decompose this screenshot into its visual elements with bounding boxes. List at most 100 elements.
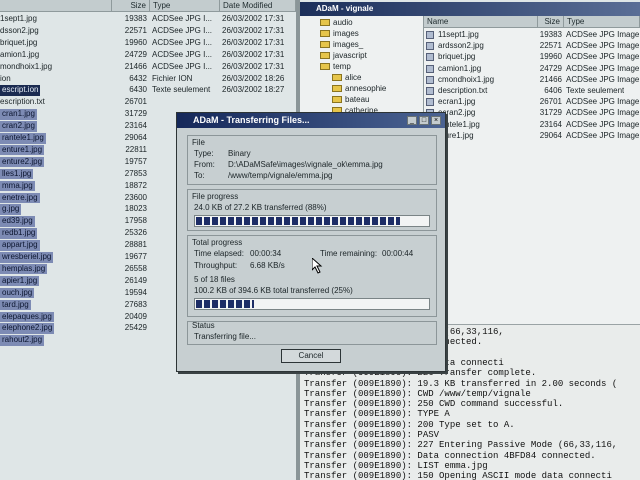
file-row[interactable]: camion1.jpg 24729 ACDSee JPG Image — [424, 64, 640, 75]
file-icon — [426, 64, 434, 73]
window-title: ADaM - vignale — [316, 4, 374, 13]
file-row[interactable]: ion 6432 Fichier ION 26/03/2002 18:26 — [0, 74, 296, 85]
cancel-button[interactable]: Cancel — [281, 349, 341, 363]
tree-folder-item[interactable]: javascript — [320, 51, 367, 62]
column-header-date[interactable]: Date Modified — [220, 0, 296, 12]
file-progress-group: File progress 24.0 KB of 27.2 KB transfe… — [187, 189, 437, 231]
file-row[interactable]: ecran1.jpg 26701 ACDSee JPG Image — [424, 97, 640, 108]
file-row[interactable]: escript.ion 6430 Texte seulement 26/03/2002… — [0, 85, 296, 96]
file-type: Fichier ION — [152, 73, 193, 83]
dialog-title: ADaM - Transferring Files... — [193, 115, 310, 125]
file-icon — [426, 53, 434, 62]
file-size: 21466 — [539, 74, 562, 84]
file-size: 23600 — [124, 192, 147, 202]
files-count: 5 of 18 files — [194, 275, 235, 284]
folder-tree: audio images images_ javascript temp alice ann… — [300, 16, 424, 116]
tree-folder-label: annesophie — [345, 84, 387, 93]
file-size: 25429 — [124, 323, 147, 333]
file-row[interactable]: mondhoix1.jpg 21466 ACDSee JPG I... 26/03/2… — [0, 62, 296, 73]
tree-folder-item[interactable]: temp — [320, 62, 351, 73]
column-header-size[interactable]: Size — [538, 16, 564, 28]
file-name: enture2.jpg — [0, 156, 45, 168]
total-progress-bar — [194, 298, 430, 310]
status-text: Transferring file... — [194, 332, 256, 341]
minimize-button[interactable]: _ — [407, 116, 417, 125]
file-row[interactable]: briquet.jpg 19960 ACDSee JPG Image — [424, 52, 640, 63]
file-row[interactable]: briquet.jpg 19960 ACDSee JPG I... 26/03/200… — [0, 38, 296, 49]
maximize-button[interactable]: □ — [419, 116, 429, 125]
folder-icon — [320, 30, 330, 38]
folder-icon — [320, 52, 330, 60]
to-label: To: — [194, 171, 205, 180]
right-window-titlebar[interactable]: ADaM - vignale — [300, 2, 640, 16]
file-size: 6432 — [129, 73, 147, 83]
file-name: mondhoix1.jpg — [0, 61, 53, 71]
file-size: 18872 — [124, 180, 147, 190]
tree-folder-item[interactable]: annesophie — [332, 84, 386, 95]
remaining-value: 00:00:44 — [382, 249, 414, 258]
tree-folder-item[interactable]: bateau — [332, 95, 369, 106]
tree-folder-item[interactable]: audio — [320, 18, 353, 29]
file-name: redb1.jpg — [0, 228, 38, 239]
transfer-dialog: ADaM - Transferring Files... _ □ × File … — [176, 112, 446, 372]
from-value: D:\ADaMSafe\images\vignale_ok\emma.jpg — [228, 160, 383, 169]
file-row[interactable]: 1sept1.jpg 19383 ACDSee JPG I... 26/03/2002… — [0, 14, 296, 25]
file-name: apier1.jpg — [0, 275, 40, 287]
tree-folder-item[interactable]: alice — [332, 73, 361, 84]
file-type: ACDSee JPG Image — [566, 74, 640, 84]
file-name: enetre.jpg — [0, 192, 40, 204]
file-row[interactable]: dsson2.jpg 22571 ACDSee JPG I... 26/03/2002… — [0, 26, 296, 37]
file-progress-fill — [196, 217, 401, 225]
file-name: hemplas.jpg — [0, 263, 48, 275]
column-header-type[interactable]: Type — [150, 0, 220, 12]
from-label: From: — [194, 160, 215, 169]
file-row[interactable]: ecran2.jpg 31729 ACDSee JPG Image — [424, 108, 640, 119]
status-group: Status Transferring file... — [187, 321, 437, 345]
total-progress-group: Total progress Time elapsed: 00:00:34 Ti… — [187, 235, 437, 317]
file-name: dsson2.jpg — [0, 25, 39, 35]
file-row[interactable]: cmondhoix1.jpg 21466 ACDSee JPG Image — [424, 75, 640, 86]
file-date: 26/03/2002 17:31 — [222, 61, 285, 71]
total-progress-fill — [196, 300, 254, 308]
file-row[interactable]: rantele1.jpg 23164 ACDSee JPG Image — [424, 120, 640, 131]
remaining-label: Time remaining: — [320, 249, 378, 258]
column-header-type[interactable]: Type — [564, 16, 640, 28]
tree-folder-label: javascript — [333, 51, 367, 60]
file-date: 26/03/2002 17:31 — [222, 49, 285, 59]
file-name: description.txt — [438, 86, 488, 95]
tree-folder-label: audio — [333, 18, 353, 27]
file-row[interactable]: amion1.jpg 24729 ACDSee JPG I... 26/03/2002… — [0, 50, 296, 61]
file-type: Texte seulement — [152, 85, 211, 95]
file-size: 19960 — [539, 52, 562, 62]
column-header-name[interactable] — [0, 0, 112, 12]
file-size: 25326 — [124, 228, 147, 238]
file-size: 19383 — [539, 30, 562, 39]
file-size: 6406 — [544, 86, 562, 95]
throughput-value: 6.68 KB/s — [250, 261, 285, 270]
file-row[interactable]: 11sept1.jpg 19383 ACDSee JPG Image — [424, 30, 640, 41]
folder-icon — [320, 19, 330, 27]
file-type: ACDSee JPG I... — [152, 37, 213, 47]
close-button[interactable]: × — [431, 116, 441, 125]
column-header-size[interactable]: Size — [112, 0, 150, 12]
tree-folder-item[interactable]: images_ — [320, 40, 363, 51]
file-name: ed39.jpg — [0, 216, 35, 227]
column-header-name[interactable]: Name — [424, 16, 538, 28]
file-size: 23164 — [124, 121, 147, 131]
file-name: ecran2.jpg — [438, 108, 476, 118]
dialog-titlebar[interactable]: ADaM - Transferring Files... — [177, 113, 445, 128]
file-size: 22571 — [539, 41, 562, 51]
file-row[interactable]: ardsson2.jpg 22571 ACDSee JPG Image — [424, 41, 640, 52]
file-name: briquet.jpg — [438, 52, 476, 62]
file-size: 26701 — [124, 97, 147, 107]
file-row[interactable]: nture1.jpg 29064 ACDSee JPG Image — [424, 131, 640, 142]
log-line: Transfer (009E1890): 150 Opening ASCII m… — [304, 471, 612, 480]
file-size: 26701 — [539, 97, 562, 107]
file-row[interactable]: description.txt 6406 Texte seulement — [424, 86, 640, 97]
file-row[interactable]: escription.txt 26701 — [0, 97, 296, 108]
file-name: elephone2.jpg — [0, 323, 55, 334]
file-size: 29064 — [539, 130, 562, 140]
file-size: 28881 — [124, 240, 147, 250]
tree-folder-item[interactable]: images — [320, 29, 359, 40]
file-type: ACDSee JPG Image — [566, 41, 640, 51]
